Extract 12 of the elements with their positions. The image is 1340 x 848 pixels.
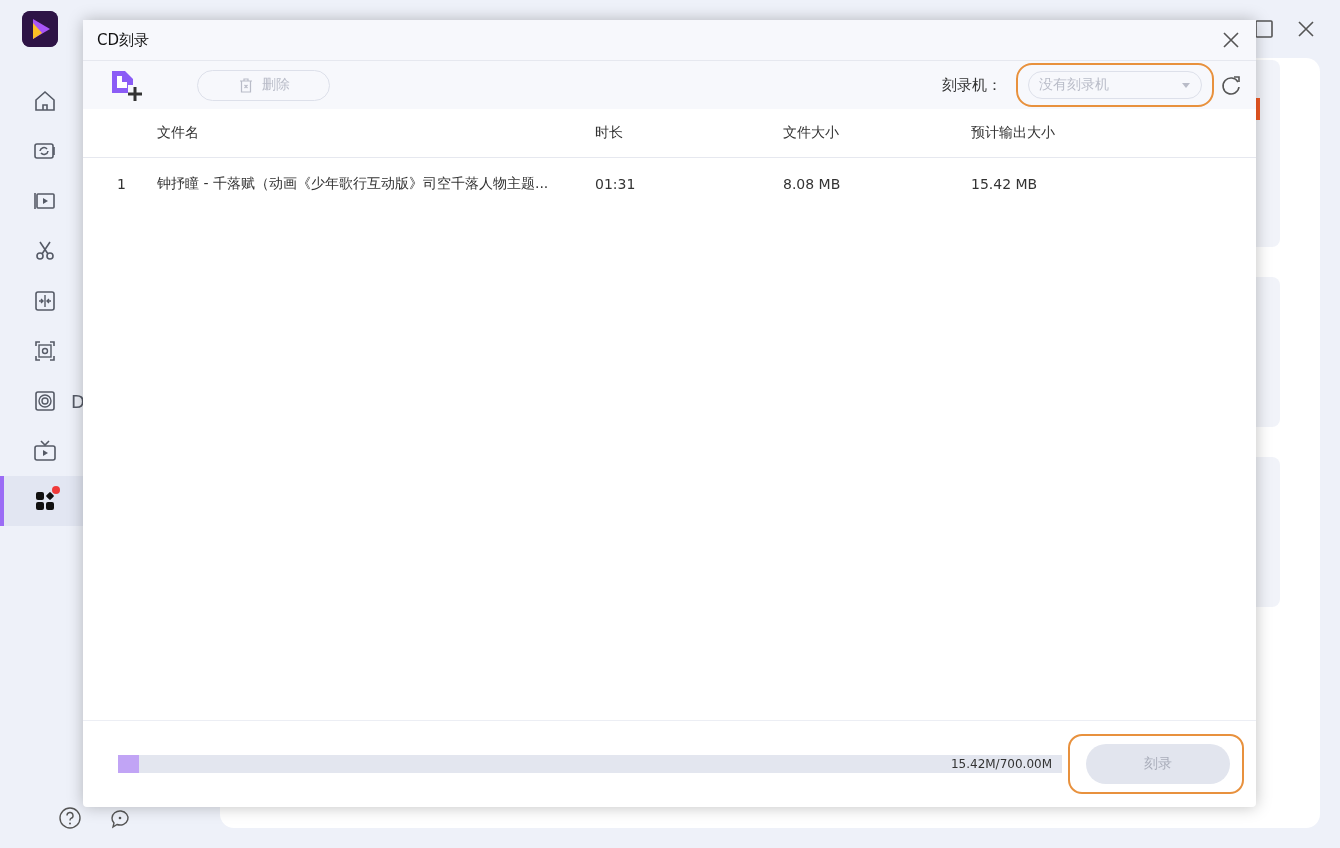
capacity-reading: 15.42M/700.00M [950,757,1053,771]
table-cell-text: 01:31 [595,176,637,192]
column-header: 预计输出大小 [971,124,1056,142]
burner-label: 刻录机： [942,75,1002,95]
column-header: 时长 [595,124,624,142]
column-header: 文件名 [157,124,200,142]
table-cell-text: 15.42 MB [971,176,1039,192]
table-cell-text: 8.08 MB [783,176,842,192]
column-header: 文件大小 [783,124,840,142]
dialog-title: CD刻录 [97,30,151,50]
row-number: 1 [116,176,127,192]
table-cell-text: 钟抒瞳 - 千落赋（动画《少年歌行互动版》司空千落人物主题... [157,175,550,193]
